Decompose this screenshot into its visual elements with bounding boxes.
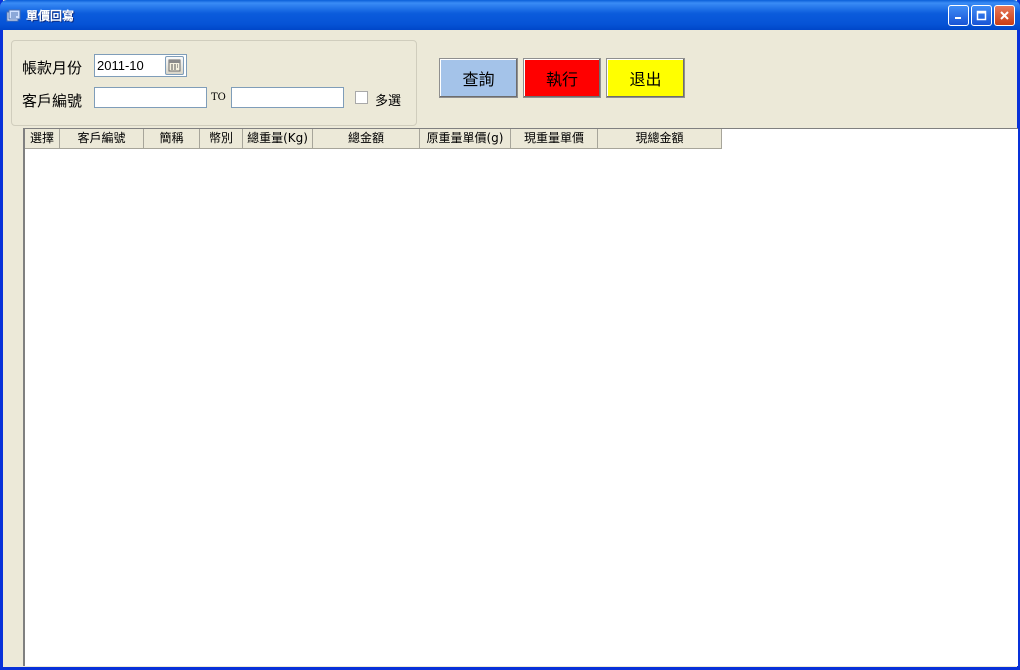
col-total-weight[interactable]: 總重量(Kg)	[243, 129, 313, 149]
customer-label: 客戶編號	[22, 92, 83, 110]
maximize-button[interactable]	[971, 5, 992, 26]
client-area: 帳款月份 2011-10 客戶編號 TO 多選 查詢 執行 退出 選擇 客戶編號	[3, 30, 1018, 667]
query-button[interactable]: 查詢	[439, 58, 518, 98]
multi-select-checkbox[interactable]	[355, 91, 368, 104]
col-new-unit-price[interactable]: 現重量單價	[511, 129, 598, 149]
window-title: 單價回寫	[26, 9, 75, 23]
data-grid[interactable]: 選擇 客戶編號 簡稱 幣別 總重量(Kg) 總金額 原重量單價(g) 現重量單價…	[23, 128, 1018, 666]
grid-header: 選擇 客戶編號 簡稱 幣別 總重量(Kg) 總金額 原重量單價(g) 現重量單價…	[25, 129, 722, 149]
app-icon	[6, 9, 21, 22]
customer-from-input[interactable]	[94, 87, 207, 108]
col-new-total-amount[interactable]: 現總金額	[598, 129, 722, 149]
col-select[interactable]: 選擇	[25, 129, 60, 149]
col-total-amount[interactable]: 總金額	[313, 129, 420, 149]
col-currency[interactable]: 幣別	[200, 129, 243, 149]
col-customer-no[interactable]: 客戶編號	[60, 129, 144, 149]
exit-button[interactable]: 退出	[606, 58, 685, 98]
month-label: 帳款月份	[22, 59, 83, 77]
run-button[interactable]: 執行	[523, 58, 601, 98]
title-bar[interactable]: 單價回寫	[0, 0, 1020, 30]
close-icon	[1000, 11, 1009, 20]
col-orig-unit-price[interactable]: 原重量單價(g)	[420, 129, 511, 149]
calendar-button[interactable]	[165, 56, 184, 75]
to-label: TO	[211, 92, 226, 103]
customer-to-input[interactable]	[231, 87, 344, 108]
filter-panel: 帳款月份 2011-10 客戶編號 TO 多選	[11, 40, 417, 126]
maximize-icon	[976, 10, 987, 21]
close-button[interactable]	[994, 5, 1015, 26]
app-window: 單價回寫 帳款月份 2011-10 客戶編號 TO 多選 查詢 執行 退出 選擇…	[0, 0, 1020, 670]
multi-select-label: 多選	[375, 94, 402, 109]
minimize-icon	[955, 17, 961, 19]
col-short-name[interactable]: 簡稱	[144, 129, 200, 149]
calendar-icon	[168, 59, 181, 72]
minimize-button[interactable]	[948, 5, 969, 26]
